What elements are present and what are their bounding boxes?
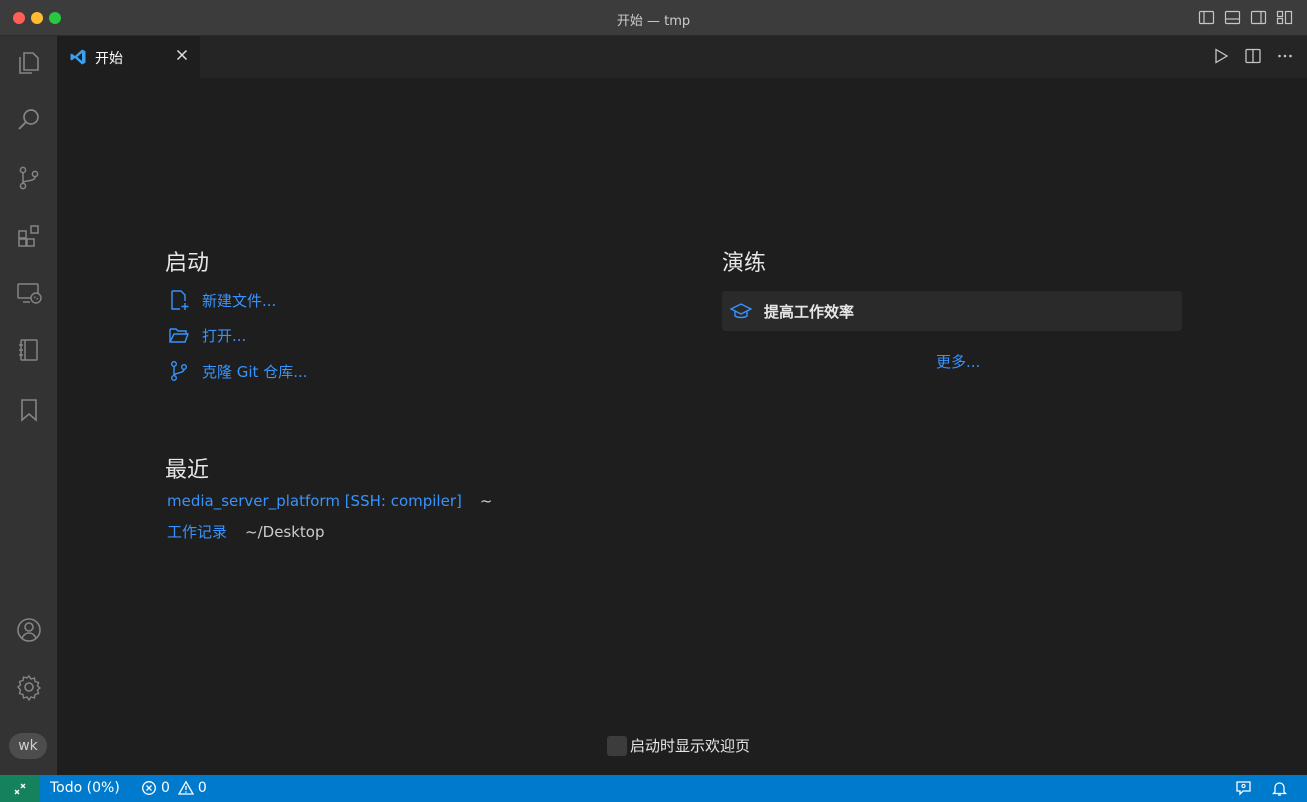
title-bar: 开始 — tmp [0,0,1307,36]
extensions-icon[interactable] [0,212,57,260]
search-icon[interactable] [0,96,57,144]
todo-label: Todo (0%) [50,780,120,796]
walkthrough-productivity[interactable]: 提高工作效率 [722,291,1182,331]
more-actions-icon[interactable] [1277,47,1293,65]
remote-indicator[interactable] [0,775,40,802]
editor-actions [1213,47,1293,65]
customize-layout-icon[interactable] [1276,9,1293,26]
close-tab-icon[interactable] [174,47,190,63]
layout-controls [1198,9,1293,26]
split-editor-icon[interactable] [1245,47,1261,65]
notebook-icon[interactable] [0,326,57,374]
warning-count: 0 [197,780,207,796]
notifications-bell-icon[interactable] [1271,780,1288,801]
show-welcome-checkbox[interactable] [607,735,627,756]
new-file-label: 新建文件... [202,291,277,310]
recent-item-path: ~ [479,492,493,510]
tab-welcome[interactable]: 开始 [57,36,200,78]
show-welcome-on-startup[interactable]: 启动时显示欢迎页 [607,735,750,756]
clone-git-label: 克隆 Git 仓库... [202,362,308,381]
remote-icon [14,783,26,794]
git-branch-icon [171,361,187,381]
error-icon [142,781,156,795]
recent-heading: 最近 [165,458,210,483]
recent-item-path: ~/Desktop [245,522,325,541]
explorer-icon[interactable] [0,39,57,87]
recent-item-name[interactable]: media_server_platform [SSH: compiler] [167,492,462,510]
status-bar: Todo (0%) 0 0 [0,775,1307,802]
open-label: 打开... [202,326,247,345]
welcome-page: 启动 新建文件... 打开... 克隆 Git 仓库... 最近 media_s… [57,78,1307,775]
activity-bar: wk [0,36,57,775]
tab-bar: 开始 [57,36,1307,78]
walkthrough-title: 提高工作效率 [764,302,855,321]
user-avatar-badge[interactable]: wk [9,733,47,759]
tab-label: 开始 [95,51,123,67]
warning-icon [177,780,194,795]
account-icon[interactable] [0,606,57,654]
open-link[interactable]: 打开... [168,324,246,346]
more-walkthroughs-link[interactable]: 更多... [936,351,980,372]
folder-open-icon [169,328,190,343]
problems-status[interactable]: 0 0 [141,780,207,796]
toggle-panel-icon[interactable] [1224,9,1241,26]
recent-item-name[interactable]: 工作记录 [167,521,227,542]
toggle-secondary-sidebar-icon[interactable] [1250,9,1267,26]
start-heading: 启动 [165,251,210,276]
walkthroughs-heading: 演练 [722,251,767,276]
mortarboard-icon [730,303,752,319]
feedback-icon[interactable] [1235,780,1252,801]
remote-explorer-icon[interactable] [0,269,57,317]
window-title: 开始 — tmp [616,14,691,29]
bookmark-icon[interactable] [0,386,57,434]
todo-status[interactable]: Todo (0%) [50,780,120,796]
new-file-link[interactable]: 新建文件... [168,289,276,311]
vscode-logo-icon [70,49,86,65]
error-count: 0 [161,780,170,796]
toggle-primary-sidebar-icon[interactable] [1198,9,1215,26]
run-icon[interactable] [1213,47,1229,65]
show-welcome-label: 启动时显示欢迎页 [630,737,751,755]
recent-item[interactable]: media_server_platform [SSH: compiler] ~ [167,492,492,510]
recent-item[interactable]: 工作记录 ~/Desktop [167,521,325,542]
clone-git-link[interactable]: 克隆 Git 仓库... [168,360,308,382]
manage-gear-icon[interactable] [0,663,57,711]
new-file-icon [171,290,189,310]
source-control-icon[interactable] [0,154,57,202]
